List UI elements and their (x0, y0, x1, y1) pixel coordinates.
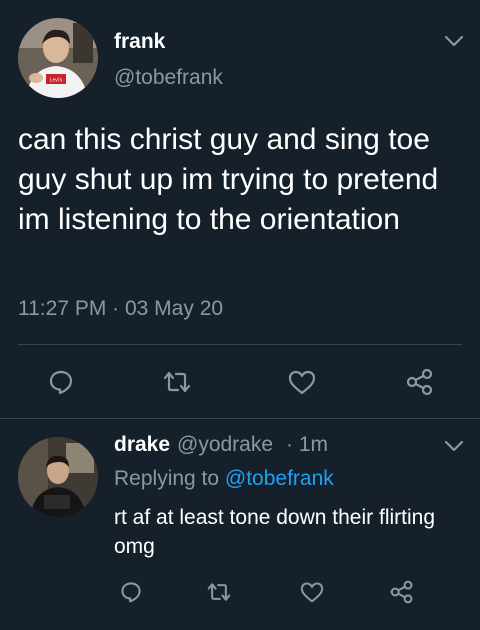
frank-avatar[interactable]: Levi's (18, 18, 98, 98)
chevron-down-icon[interactable] (443, 439, 465, 453)
drake-avatar[interactable] (18, 437, 98, 517)
replying-to-line: Replying to @tobefrank (114, 467, 334, 491)
tweet-separator (0, 418, 480, 419)
like-icon[interactable] (287, 369, 317, 395)
reply-age: · 1m (286, 433, 328, 456)
tweet-timestamp[interactable]: 11:27 PM · 03 May 20 (18, 297, 223, 321)
like-icon[interactable] (299, 581, 325, 603)
reply-icon[interactable] (47, 368, 75, 396)
replying-to-mention[interactable]: @tobefrank (225, 467, 334, 490)
main-tweet: Levi's frank @tobefrank can this christ … (0, 0, 480, 418)
reply-text: rt af at least tone down their flirting … (114, 506, 435, 558)
replying-to-prefix: Replying to (114, 467, 220, 490)
author-name[interactable]: frank (114, 30, 165, 54)
retweet-icon[interactable] (206, 580, 232, 604)
share-icon[interactable] (405, 368, 435, 396)
tweet-text: can this christ guy and sing toe guy shu… (18, 123, 439, 236)
chevron-down-icon[interactable] (443, 34, 465, 48)
author-handle[interactable]: @tobefrank (114, 66, 223, 90)
avatar-shirt-logo: Levi's (50, 78, 63, 84)
divider (18, 344, 462, 345)
reply-icon[interactable] (119, 580, 143, 604)
reply-author-name[interactable]: drake (114, 433, 170, 457)
share-icon[interactable] (389, 580, 415, 604)
reply-author-handle[interactable]: @yodrake (177, 433, 273, 457)
retweet-icon[interactable] (162, 368, 192, 396)
